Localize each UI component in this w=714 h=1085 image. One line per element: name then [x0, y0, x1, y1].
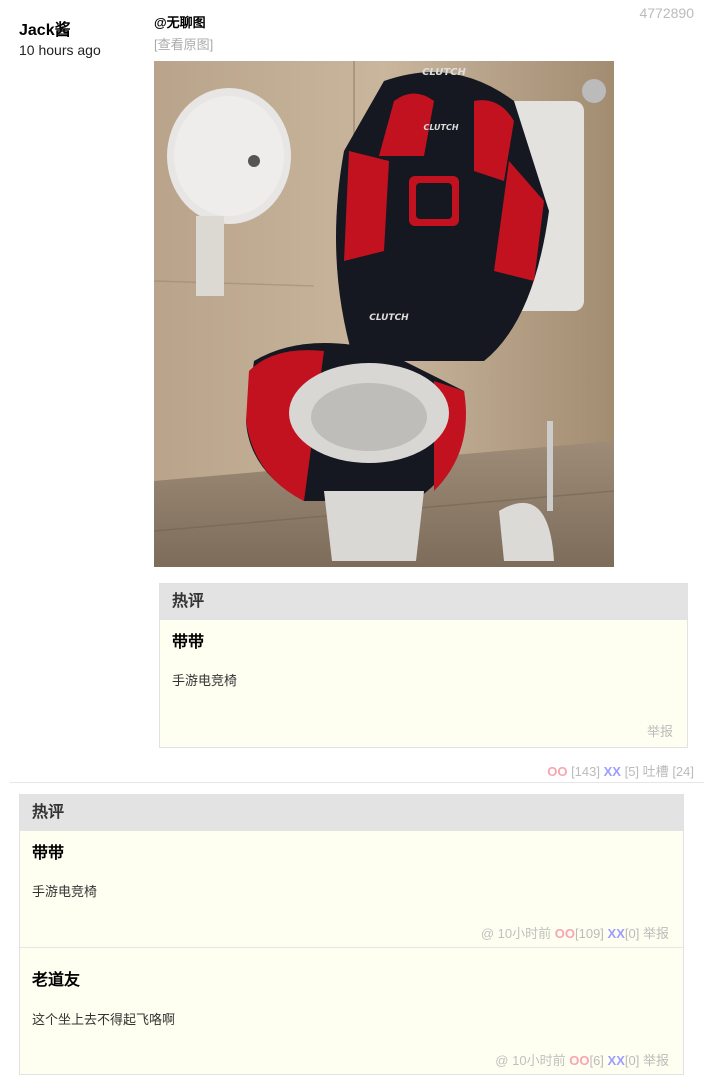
oo-button[interactable]: OO: [555, 926, 575, 941]
post-time: 10 hours ago: [19, 42, 101, 58]
xx-button[interactable]: XX: [608, 1053, 625, 1068]
hot-comments-panel: 热评 带带 手游电竞椅 @ 10小时前 OO[109] XX[0] 举报 老道友…: [19, 794, 684, 1075]
comment-time: 10小时前: [512, 1053, 566, 1068]
hot-header: 热评: [160, 584, 687, 620]
author-block: Jack酱 10 hours ago: [19, 21, 101, 59]
chair-brand-headrest: CLUTCH: [423, 123, 458, 132]
comment-author[interactable]: 带带: [172, 628, 204, 652]
oo-button[interactable]: OO: [547, 764, 567, 779]
oo-count: [143]: [571, 764, 600, 779]
comment-item: 老道友 这个坐上去不得起飞咯啊 @ 10小时前 OO[6] XX[0] 举报: [20, 948, 683, 1068]
comment-meta: @ 10小时前 OO[109] XX[0] 举报: [481, 923, 669, 942]
oo-button[interactable]: OO: [569, 1053, 589, 1068]
comment-text: 手游电竞椅: [172, 673, 238, 688]
report-link[interactable]: 举报: [643, 926, 669, 941]
comment-item: 带带 手游电竞椅 @ 10小时前 OO[109] XX[0] 举报: [20, 831, 683, 948]
comment-author[interactable]: 带带: [32, 839, 64, 863]
comment-author[interactable]: 老道友: [32, 966, 80, 990]
xx-count: [0]: [624, 1053, 640, 1068]
chair-brand-top: CLUTCH: [422, 67, 466, 78]
tucao-button[interactable]: 吐槽: [643, 764, 669, 779]
divider: [10, 782, 704, 783]
report-link[interactable]: 举报: [647, 721, 673, 740]
post-image[interactable]: CLUTCH CLUTCH CLUTCH: [154, 61, 614, 567]
oo-count: [6]: [589, 1053, 604, 1068]
inline-hot-comment-box: 热评 带带 手游电竞椅 举报: [159, 583, 688, 748]
tucao-count: [24]: [672, 764, 694, 779]
comment-meta: @ 10小时前 OO[6] XX[0] 举报: [495, 1050, 669, 1069]
comment-text: 这个坐上去不得起飞咯啊: [32, 1012, 176, 1027]
report-link[interactable]: 举报: [643, 1053, 669, 1068]
xx-count: [0]: [624, 926, 640, 941]
view-original-link[interactable]: [查看原图]: [154, 36, 624, 54]
post-tag[interactable]: @无聊图: [154, 14, 624, 32]
hot-header: 热评: [20, 795, 683, 831]
xx-button[interactable]: XX: [608, 926, 625, 941]
xx-button[interactable]: XX: [604, 764, 621, 779]
comment-text: 手游电竞椅: [32, 884, 98, 899]
author-name[interactable]: Jack酱: [19, 21, 101, 41]
post-id: 4772890: [639, 5, 694, 21]
post-vote-bar: OO [143] XX [5] 吐槽 [24]: [547, 761, 694, 780]
post-header: @无聊图 [查看原图]: [154, 14, 624, 54]
comment-time: 10小时前: [497, 926, 552, 941]
oo-count: [109]: [575, 926, 604, 941]
xx-count: [5]: [624, 764, 640, 779]
chair-brand-cushion: CLUTCH: [369, 313, 409, 323]
reply-at-button[interactable]: @: [495, 1053, 508, 1068]
reply-at-button[interactable]: @: [481, 926, 494, 941]
